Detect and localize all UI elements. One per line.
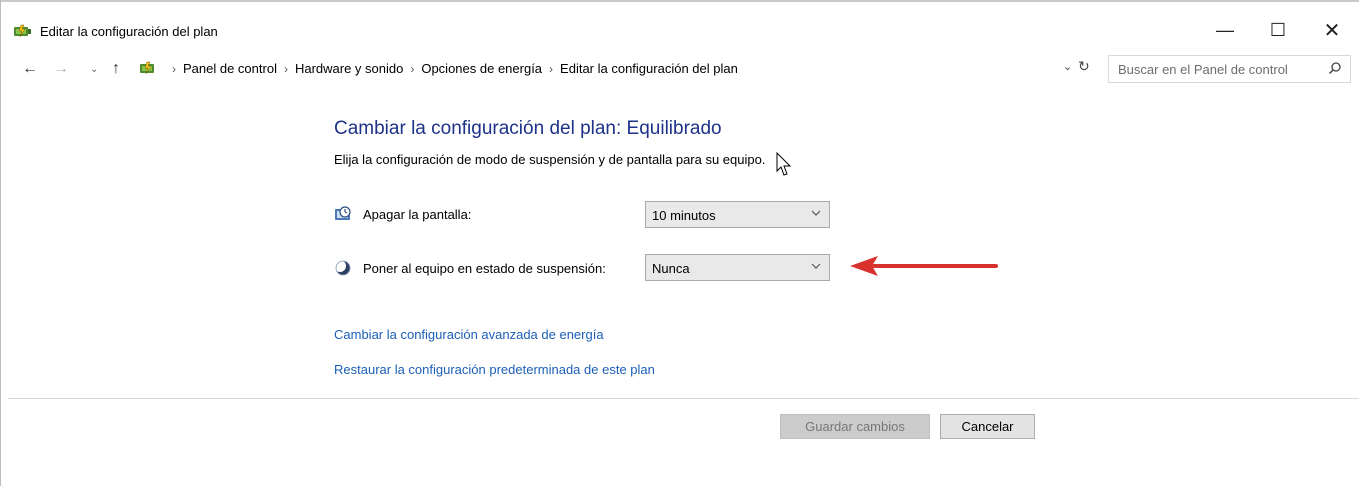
sleep-value: Nunca [652,261,690,276]
breadcrumb-separator: › [283,61,288,76]
sleep-moon-icon [334,260,351,276]
close-button[interactable]: ✕ [1320,18,1344,42]
title-bar: Editar la configuración del plan — ☐ ✕ [0,2,1359,42]
restore-defaults-link[interactable]: Restaurar la configuración predeterminad… [334,362,655,377]
breadcrumb-editar-configuracion[interactable]: Editar la configuración del plan [560,61,738,76]
chevron-down-icon [811,210,821,216]
save-changes-button[interactable]: Guardar cambios [780,414,930,439]
address-dropdown-chevron-icon[interactable]: ⌄ [1063,60,1072,73]
page-subtitle: Elija la configuración de modo de suspen… [334,152,766,167]
breadcrumb-separator: › [549,61,554,76]
advanced-power-settings-link[interactable]: Cambiar la configuración avanzada de ene… [334,327,604,342]
breadcrumb-separator: › [410,61,415,76]
breadcrumb: › Panel de control › Hardware y sonido ›… [165,61,738,76]
mouse-cursor-icon [776,152,792,176]
search-placeholder: Buscar en el Panel de control [1118,62,1288,77]
minimize-button[interactable]: — [1213,18,1237,42]
forward-arrow-icon[interactable]: → [53,59,69,79]
search-icon[interactable] [1328,61,1342,75]
page-title: Cambiar la configuración del plan: Equil… [334,118,722,139]
power-options-icon [14,24,31,38]
annotation-arrow-icon [850,256,998,276]
recent-locations-chevron-icon[interactable]: ⌄ [90,59,98,79]
address-bar[interactable]: › Panel de control › Hardware y sonido ›… [135,55,1097,83]
chevron-down-icon [811,263,821,269]
breadcrumb-hardware-y-sonido[interactable]: Hardware y sonido [295,61,403,76]
breadcrumb-panel-de-control[interactable]: Panel de control [183,61,277,76]
minimize-icon: — [1216,19,1234,40]
maximize-button[interactable]: ☐ [1266,18,1290,42]
sleep-select[interactable]: Nunca [645,254,830,281]
navigation-bar: ← → ⌄ ↑ › Panel de control › Hardware y … [0,55,1359,85]
search-input[interactable]: Buscar en el Panel de control [1108,55,1351,83]
up-arrow-icon[interactable]: ↑ [112,59,120,79]
refresh-icon[interactable]: ↻ [1078,58,1090,75]
breadcrumb-separator: › [172,61,176,76]
footer-divider [8,398,1359,399]
close-icon: ✕ [1323,19,1341,42]
display-timer-icon [335,206,351,220]
turn-off-display-select[interactable]: 10 minutos [645,201,830,228]
turn-off-display-value: 10 minutos [652,208,716,223]
sleep-label: Poner al equipo en estado de suspensión: [363,261,606,276]
window-title: Editar la configuración del plan [40,24,218,39]
back-arrow-icon[interactable]: ← [22,59,38,79]
cancel-button[interactable]: Cancelar [940,414,1035,439]
breadcrumb-opciones-de-energia[interactable]: Opciones de energía [421,61,542,76]
control-panel-icon [140,61,154,75]
maximize-icon: ☐ [1269,19,1287,40]
turn-off-display-label: Apagar la pantalla: [363,207,472,222]
